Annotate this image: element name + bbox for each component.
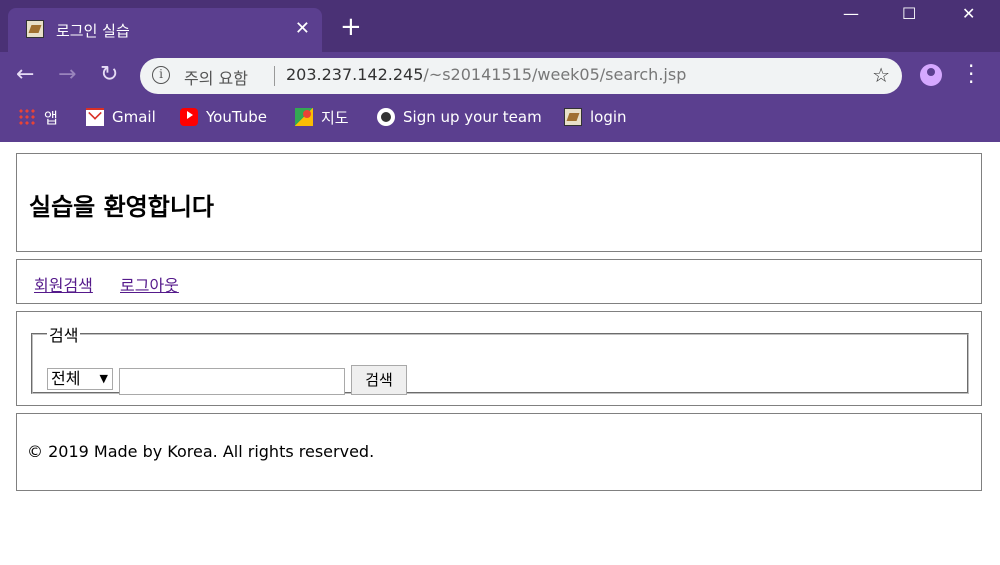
info-icon[interactable]: i [152,66,170,84]
logout-link[interactable]: 로그아웃 [120,272,179,296]
tab-strip: 로그인 실습 ✕ + — ☐ ✕ [0,0,1000,52]
bookmark-label: YouTube [206,108,267,126]
github-icon [377,108,395,126]
select-value: 전체 [51,369,81,388]
page-nav: 회원검색 로그아웃 [16,259,982,304]
bookmark-youtube[interactable]: YouTube [180,106,267,128]
login-favicon-icon [564,108,582,126]
bookmark-gmail[interactable]: Gmail [86,106,156,128]
copyright-text: © 2019 Made by Korea. All rights reserve… [27,442,375,461]
address-bar[interactable]: i 주의 요함 203.237.142.245/~s20141515/week0… [140,58,902,94]
url-path: /~s20141515/week05/search.jsp [423,65,687,84]
maps-icon [295,108,313,126]
bookmark-github[interactable]: Sign up your team [377,106,542,128]
bookmark-label: Gmail [112,108,156,126]
bookmark-label: login [590,108,627,126]
tab-close-icon[interactable]: ✕ [295,18,310,39]
tab-favicon-icon [26,20,44,38]
new-tab-button[interactable]: + [340,14,362,40]
youtube-icon [180,108,198,126]
security-warning: 주의 요함 [184,69,248,88]
reload-button[interactable]: ↻ [100,62,118,87]
account-icon[interactable] [920,64,942,86]
omnibox-separator [274,66,275,86]
search-section: 검색 전체 ▼ 검색 [16,311,982,406]
bookmark-login[interactable]: login [564,106,627,128]
back-button[interactable]: ← [16,62,34,87]
url-text[interactable]: 203.237.142.245/~s20141515/week05/search… [286,65,686,84]
search-scope-select[interactable]: 전체 ▼ [47,368,113,390]
apps-icon [18,108,36,126]
tab-title: 로그인 실습 [56,22,130,40]
url-host: 203.237.142.245 [286,65,424,84]
dropdown-arrow-icon: ▼ [99,372,108,385]
bookmark-star-icon[interactable]: ☆ [872,63,890,87]
search-legend: 검색 [49,326,79,345]
bookmark-label: Sign up your team [403,108,542,126]
bookmark-label: 지도 [321,108,349,127]
page-header: 실습을 환영합니다 [16,153,982,252]
maximize-button[interactable]: ☐ [902,4,916,23]
browser-chrome: 로그인 실습 ✕ + — ☐ ✕ ← → ↻ i 주의 요함 203.237.1… [0,0,1000,142]
page-title: 실습을 환영합니다 [29,193,214,221]
forward-button[interactable]: → [58,62,76,87]
window-close-button[interactable]: ✕ [962,4,975,23]
gmail-icon [86,108,104,126]
bookmark-apps[interactable]: 앱 [18,106,58,128]
search-input[interactable] [119,368,345,395]
search-fieldset: 검색 전체 ▼ 검색 [31,322,969,395]
minimize-button[interactable]: — [843,4,859,23]
bookmark-label: 앱 [44,108,58,127]
member-search-link[interactable]: 회원검색 [34,272,93,296]
bookmark-maps[interactable]: 지도 [295,106,349,128]
menu-icon[interactable]: · · · [968,56,974,92]
search-button[interactable]: 검색 [351,365,407,395]
browser-tab[interactable]: 로그인 실습 ✕ [8,8,322,52]
page-footer: © 2019 Made by Korea. All rights reserve… [16,413,982,491]
